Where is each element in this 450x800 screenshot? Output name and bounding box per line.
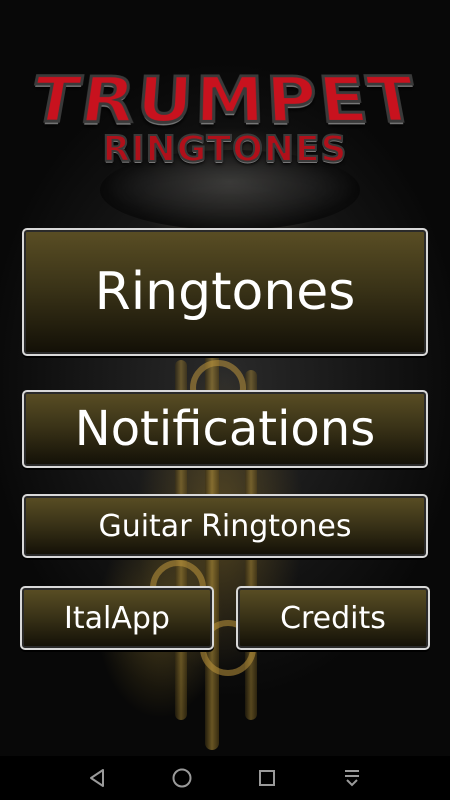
- credits-button-label: Credits: [280, 600, 386, 636]
- italapp-button[interactable]: ItalApp: [20, 586, 214, 650]
- guitar-ringtones-button-label: Guitar Ringtones: [98, 508, 352, 544]
- ringtones-button-label: Ringtones: [94, 262, 356, 322]
- recents-icon[interactable]: [245, 756, 289, 800]
- home-icon[interactable]: [160, 756, 204, 800]
- system-navigation-bar: [0, 756, 450, 800]
- notifications-button-label: Notifications: [74, 401, 376, 457]
- back-icon[interactable]: [75, 756, 119, 800]
- app-logo: TRUMPET RINGTONES: [0, 63, 450, 169]
- italapp-button-label: ItalApp: [64, 600, 170, 636]
- logo-title: TRUMPET: [23, 63, 428, 139]
- credits-button[interactable]: Credits: [236, 586, 430, 650]
- ringtones-button[interactable]: Ringtones: [22, 228, 428, 356]
- notifications-button[interactable]: Notifications: [22, 390, 428, 468]
- notification-drawer-icon[interactable]: [330, 756, 374, 800]
- guitar-ringtones-button[interactable]: Guitar Ringtones: [22, 494, 428, 558]
